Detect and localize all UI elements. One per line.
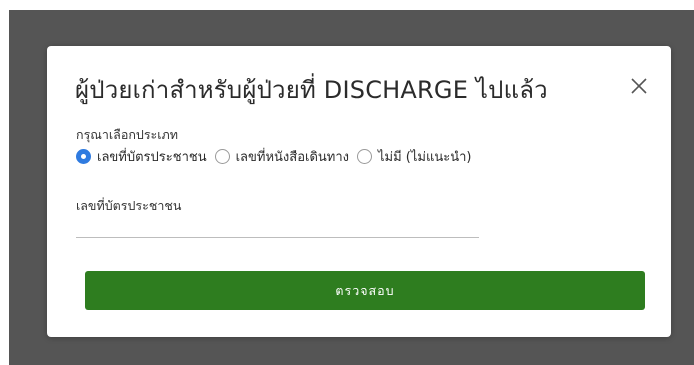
radio-unchecked-icon[interactable]: [357, 149, 372, 164]
id-number-input[interactable]: [76, 214, 479, 238]
radio-option-id-card[interactable]: เลขที่บัตรประชาชน: [76, 146, 207, 167]
radio-label-id-card: เลขที่บัตรประชาชน: [97, 150, 207, 165]
radio-unchecked-icon[interactable]: [214, 149, 230, 164]
type-select-label: กรุณาเลือกประเภท: [76, 127, 179, 142]
close-button[interactable]: [630, 77, 648, 95]
radio-label-passport: เลขที่หนังสือเดินทาง: [235, 150, 349, 165]
type-radio-group: เลขที่บัตรประชาชน เลขที่หนังสือเดินทาง ไ…: [76, 146, 480, 167]
check-button[interactable]: ตรวจสอบ: [85, 271, 645, 310]
dialog-title: ผู้ป่วยเก่าสำหรับผู้ป่วยที่ DISCHARGE ไป…: [75, 76, 548, 104]
radio-checked-icon[interactable]: [76, 149, 91, 164]
radio-label-none: ไม่มี (ไม่แนะนำ): [378, 150, 472, 165]
radio-option-none[interactable]: ไม่มี (ไม่แนะนำ): [357, 146, 472, 167]
discharged-patient-dialog: ผู้ป่วยเก่าสำหรับผู้ป่วยที่ DISCHARGE ไป…: [47, 46, 671, 337]
radio-option-passport[interactable]: เลขที่หนังสือเดินทาง: [214, 146, 349, 167]
close-icon: [630, 77, 648, 95]
id-field-label: เลขที่บัตรประชาชน: [76, 198, 182, 213]
